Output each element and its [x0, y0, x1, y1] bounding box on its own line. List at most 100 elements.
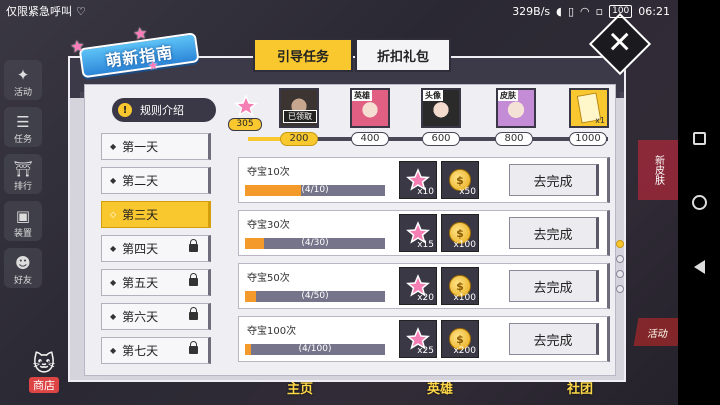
page-indicator — [616, 240, 624, 293]
day-label: 第三天 — [122, 208, 159, 222]
task-row: 夺宝30次 (4/30) x15 $ x100 去完成 — [238, 210, 610, 256]
side-item-label: 装置 — [13, 229, 32, 239]
status-right: 329B/s ◖ ▯ ◠ ▫ 100 06:21 — [512, 4, 670, 18]
diamond-icon: ◆ — [110, 346, 117, 355]
milestone-label: 600 — [422, 132, 460, 146]
bottom-tab-home[interactable]: 主页 — [287, 378, 313, 405]
rules-button[interactable]: ! 规则介绍 — [112, 98, 216, 122]
android-nav-bar — [678, 0, 720, 405]
task-progress-text: (4/50) — [301, 291, 329, 301]
bottom-tab-club[interactable]: 社团 — [567, 378, 593, 405]
shop-button[interactable]: 🐱 商店 — [20, 345, 68, 393]
side-item-label: 好友 — [13, 276, 32, 286]
promo-banner-2[interactable]: 活动 — [633, 318, 683, 346]
tab-label: 引导任务 — [276, 49, 329, 65]
reward-item-star[interactable]: x10 — [399, 161, 437, 199]
reward-item-coin[interactable]: $ x200 — [441, 320, 479, 358]
vibrate-icon: ▯ — [567, 4, 575, 18]
go-complete-button[interactable]: 去完成 — [509, 217, 599, 249]
heart-icon: ♡ — [76, 4, 86, 18]
lock-icon — [189, 239, 198, 252]
rules-label: 规则介绍 — [140, 104, 184, 117]
task-row: 夺宝10次 (4/10) x10 $ x50 去完成 — [238, 157, 610, 203]
milestone-reward-600[interactable]: 头像 — [421, 88, 461, 128]
lock-icon — [189, 273, 198, 286]
day-item-6[interactable]: ◆ 第六天 — [101, 303, 211, 330]
milestone-label: 400 — [351, 132, 389, 146]
back-icon[interactable] — [693, 259, 705, 274]
shop-label: 商店 — [29, 377, 59, 393]
task-progress-bar: (4/100) — [245, 344, 385, 355]
star-icon: ★ — [69, 35, 86, 57]
side-item-friends[interactable]: ☻ 好友 — [4, 248, 42, 288]
side-item-label: 活动 — [13, 88, 32, 98]
milestone-reward-400[interactable]: 英雄 — [350, 88, 390, 128]
day-item-1[interactable]: ◆ 第一天 — [101, 133, 211, 160]
day-item-5[interactable]: ◆ 第五天 — [101, 269, 211, 296]
tab-label: 折扣礼包 — [376, 49, 429, 65]
dialog-title: 萌新指南 — [104, 42, 175, 71]
reward-item-star[interactable]: x25 — [399, 320, 437, 358]
reward-tag: 头像 — [423, 90, 443, 101]
tab-guide-tasks[interactable]: 引导任务 — [253, 38, 353, 72]
button-label: 去完成 — [533, 227, 573, 243]
task-row: 夺宝50次 (4/50) x20 $ x100 去完成 — [238, 263, 610, 309]
item-quantity: x200 — [453, 346, 476, 356]
diamond-icon: ◇ — [110, 210, 117, 219]
carrier-text: 仅限紧急呼叫 — [6, 5, 72, 18]
reward-item-star[interactable]: x20 — [399, 267, 437, 305]
day-list: ◆ 第一天 ◆ 第二天 ◇ 第三天 ◆ 第四天 ◆ 第五天 ◆ 第六天 ◆ 第七天 — [101, 133, 211, 364]
reward-item-coin[interactable]: $ x100 — [441, 267, 479, 305]
task-row: 夺宝100次 (4/100) x25 $ x200 去完成 — [238, 316, 610, 362]
diamond-icon: ◆ — [110, 278, 117, 287]
go-complete-button[interactable]: 去完成 — [509, 164, 599, 196]
go-complete-button[interactable]: 去完成 — [509, 323, 599, 355]
task-name: 夺宝100次 — [247, 326, 297, 337]
home-icon[interactable] — [691, 194, 707, 210]
recents-icon[interactable] — [692, 131, 706, 145]
side-item-activity[interactable]: ✦ 活动 — [4, 60, 42, 100]
bottom-tab-heroes[interactable]: 英雄 — [427, 378, 453, 405]
bottom-nav: 主页 英雄 社团 — [230, 378, 650, 405]
day-label: 第五天 — [122, 276, 159, 290]
page-dot[interactable] — [616, 255, 624, 263]
go-complete-button[interactable]: 去完成 — [509, 270, 599, 302]
side-item-tasks[interactable]: ☰ 任务 — [4, 107, 42, 147]
reward-tag: 英雄 — [352, 90, 372, 101]
task-name: 夺宝50次 — [247, 273, 290, 284]
page-dot[interactable] — [616, 240, 624, 248]
day-item-3[interactable]: ◇ 第三天 — [101, 201, 211, 228]
lucky-cat-icon: 🐱 — [32, 352, 56, 377]
points-value: 305 — [228, 118, 262, 131]
day-item-2[interactable]: ◆ 第二天 — [101, 167, 211, 194]
star-icon: ★ — [131, 22, 149, 44]
milestone-reward-800[interactable]: 皮肤 — [496, 88, 536, 128]
page-dot[interactable] — [616, 285, 624, 293]
reward-item-coin[interactable]: $ x100 — [441, 214, 479, 252]
tab-discount-pack[interactable]: 折扣礼包 — [355, 38, 451, 72]
reward-item-coin[interactable]: $ x50 — [441, 161, 479, 199]
side-item-equip[interactable]: ▣ 装置 — [4, 201, 42, 241]
promo-banner[interactable]: 新皮肤 — [638, 140, 678, 200]
clock: 06:21 — [638, 4, 670, 18]
side-item-label: 排行 — [13, 182, 32, 192]
item-quantity: x10 — [417, 187, 434, 197]
reward-item-star[interactable]: x15 — [399, 214, 437, 252]
promo-text-2: 活动 — [646, 328, 669, 340]
task-name: 夺宝10次 — [247, 167, 290, 178]
day-item-4[interactable]: ◆ 第四天 — [101, 235, 211, 262]
megaphone-icon: ✦ — [16, 66, 30, 84]
milestone-reward-200[interactable]: 已领取 — [279, 88, 319, 128]
item-quantity: x50 — [459, 187, 476, 197]
wifi-icon: ◠ — [580, 4, 590, 18]
side-item-ranking[interactable]: ⛩ 排行 — [4, 154, 42, 194]
task-progress-text: (4/10) — [301, 185, 329, 195]
button-label: 去完成 — [533, 174, 573, 190]
day-item-7[interactable]: ◆ 第七天 — [101, 337, 211, 364]
task-progress-text: (4/100) — [298, 344, 332, 354]
milestone-reward-1000[interactable]: x1 — [569, 88, 609, 128]
lock-icon — [189, 341, 198, 354]
points-star-icon — [232, 92, 260, 120]
task-progress-bar: (4/50) — [245, 291, 385, 302]
page-dot[interactable] — [616, 270, 624, 278]
